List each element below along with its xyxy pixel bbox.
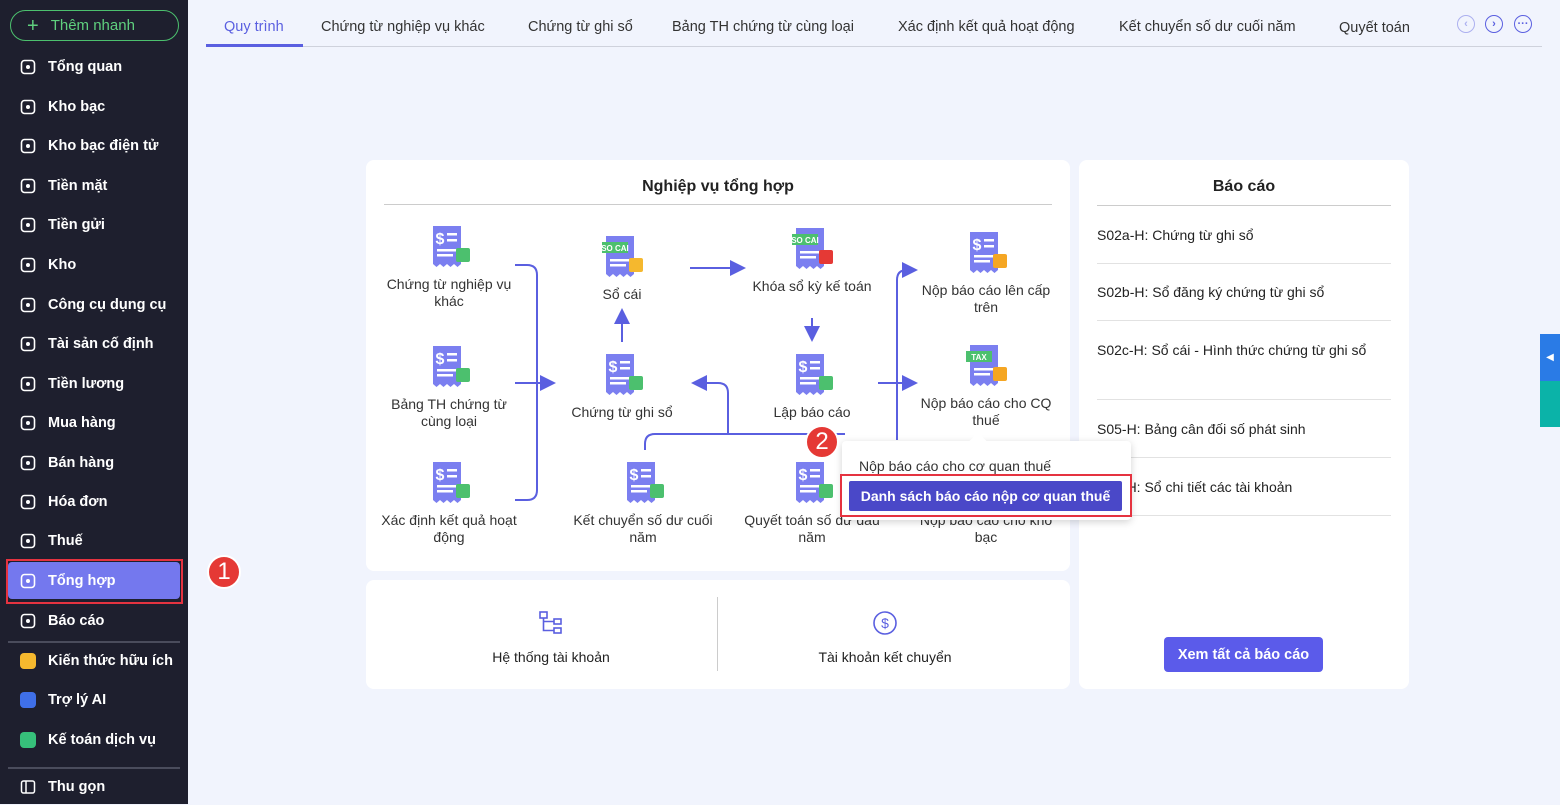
process-node-label: Kết chuyển số dư cuối năm bbox=[573, 512, 713, 545]
document-edit-icon: $ bbox=[742, 350, 882, 398]
account-system-link[interactable]: Hệ thống tài khoản bbox=[446, 610, 656, 665]
highlight-box-step2 bbox=[840, 474, 1132, 517]
process-node-n3[interactable]: $ Xác định kết quả hoạt động bbox=[379, 458, 519, 546]
transfer-accounts-link[interactable]: $ Tài khoản kết chuyển bbox=[780, 610, 990, 665]
svg-text:$: $ bbox=[799, 467, 808, 484]
process-node-n11[interactable]: TAX Nộp báo cáo cho CQ thuế bbox=[916, 341, 1056, 429]
svg-text:$: $ bbox=[436, 231, 445, 248]
document-refresh-icon: $ bbox=[573, 458, 713, 506]
transfer-accounts-label: Tài khoản kết chuyển bbox=[818, 649, 952, 665]
ledger-coins-icon: SO CAI bbox=[552, 232, 692, 280]
process-node-n6[interactable]: $ Kết chuyển số dư cuối năm bbox=[573, 458, 713, 546]
svg-text:$: $ bbox=[436, 351, 445, 368]
view-all-reports-button[interactable]: Xem tất cả báo cáo bbox=[1164, 637, 1323, 672]
process-node-label: Chứng từ ghi sổ bbox=[571, 404, 673, 420]
process-node-label: Nộp báo cáo cho CQ thuế bbox=[920, 395, 1052, 428]
svg-text:$: $ bbox=[630, 467, 639, 484]
svg-text:$: $ bbox=[799, 359, 808, 376]
svg-text:TAX: TAX bbox=[971, 353, 987, 362]
process-node-n10[interactable]: $ Nộp báo cáo lên cấp trên bbox=[916, 228, 1056, 316]
process-node-label: Lập báo cáo bbox=[773, 404, 851, 420]
svg-text:$: $ bbox=[436, 467, 445, 484]
tax-upload-icon: TAX bbox=[916, 341, 1056, 389]
voucher-transfer-icon: $ bbox=[379, 222, 519, 270]
arrow-to-nop-cap-tren bbox=[896, 262, 918, 440]
ledger-lock-icon: SO CAI bbox=[742, 224, 882, 272]
process-node-n4[interactable]: SO CAI Sổ cái bbox=[552, 232, 692, 303]
process-node-label: Nộp báo cáo lên cấp trên bbox=[921, 282, 1051, 315]
voucher-check-icon: $ bbox=[379, 342, 519, 390]
step-2-badge: 2 bbox=[805, 425, 839, 459]
dollar-circle-icon: $ bbox=[873, 611, 897, 635]
process-node-n8[interactable]: $ Lập báo cáo bbox=[742, 350, 882, 421]
report-item[interactable]: S05-H: Bảng cân đối số phát sinh bbox=[1097, 419, 1391, 458]
reports-title: Báo cáo bbox=[1212, 178, 1276, 195]
document-check-icon: $ bbox=[379, 458, 519, 506]
process-node-n7[interactable]: SO CAI Khóa sổ kỳ kế toán bbox=[742, 224, 882, 295]
hierarchy-icon bbox=[539, 611, 562, 634]
report-item[interactable]: S02c-H: Sổ cái - Hình thức chứng từ ghi … bbox=[1097, 340, 1391, 400]
arrow-back-to-chung-tu-ghi-so bbox=[691, 375, 729, 434]
svg-text:$: $ bbox=[881, 615, 889, 631]
process-node-label: Xác định kết quả hoạt động bbox=[381, 512, 517, 545]
divider bbox=[1097, 205, 1391, 206]
process-node-n2[interactable]: $ Bảng TH chứng từ cùng loại bbox=[379, 342, 519, 430]
process-node-label: Sổ cái bbox=[602, 286, 642, 302]
popup-submit-tax-item[interactable]: Nộp báo cáo cho cơ quan thuế bbox=[859, 458, 1051, 474]
svg-text:$: $ bbox=[609, 359, 618, 376]
svg-text:SO CAI: SO CAI bbox=[601, 244, 629, 253]
voucher-edit-icon: $ bbox=[552, 350, 692, 398]
divider bbox=[717, 597, 718, 671]
svg-text:SO CAI: SO CAI bbox=[791, 236, 819, 245]
process-node-label: Chứng từ nghiệp vụ khác bbox=[386, 276, 512, 309]
process-node-label: Bảng TH chứng từ cùng loại bbox=[391, 396, 507, 429]
process-node-n5[interactable]: $ Chứng từ ghi sổ bbox=[552, 350, 692, 421]
shortcuts-card: Hệ thống tài khoản $ Tài khoản kết chuyể… bbox=[366, 580, 1070, 689]
svg-text:$: $ bbox=[973, 237, 982, 254]
process-node-label: Khóa sổ kỳ kế toán bbox=[752, 278, 872, 294]
submit-upload-icon: $ bbox=[916, 228, 1056, 276]
report-item[interactable]: S06-H: Sổ chi tiết các tài khoản bbox=[1097, 477, 1391, 516]
report-item[interactable]: S02b-H: Sổ đăng ký chứng từ ghi sổ bbox=[1097, 282, 1391, 321]
process-node-n1[interactable]: $ Chứng từ nghiệp vụ khác bbox=[379, 222, 519, 310]
account-system-label: Hệ thống tài khoản bbox=[492, 649, 610, 665]
report-item[interactable]: S02a-H: Chứng từ ghi sổ bbox=[1097, 225, 1391, 264]
